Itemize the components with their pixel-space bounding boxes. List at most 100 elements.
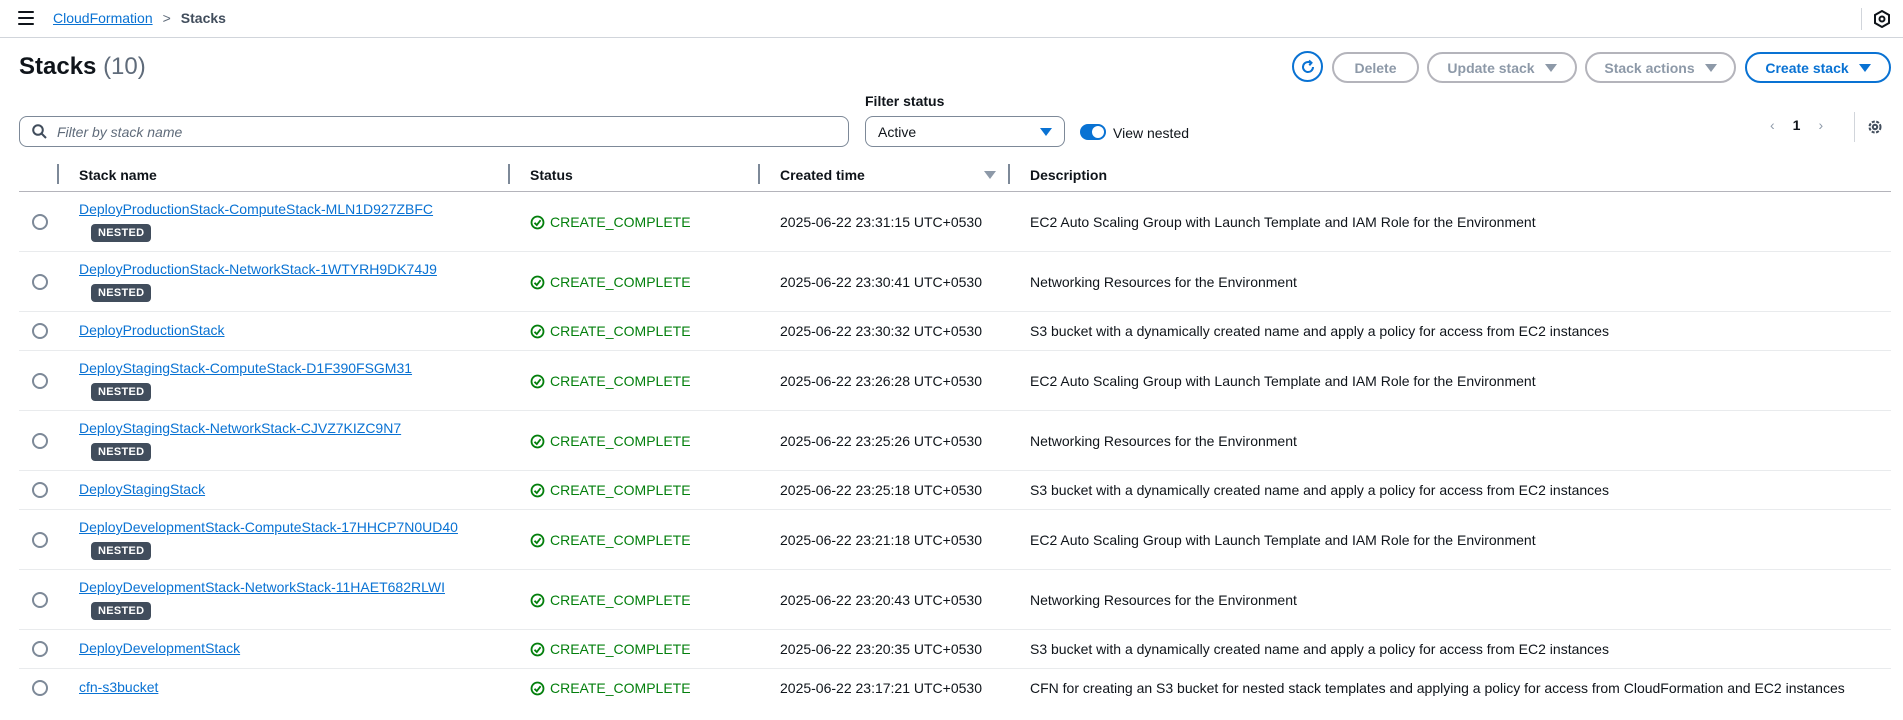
create-stack-button[interactable]: Create stack	[1745, 52, 1891, 83]
breadcrumb-cloudformation-link[interactable]: CloudFormation	[53, 10, 153, 26]
refresh-icon	[1301, 59, 1314, 73]
description-cell: EC2 Auto Scaling Group with Launch Templ…	[1030, 373, 1536, 389]
stack-name-link[interactable]: cfn-s3bucket	[79, 679, 158, 695]
search-icon	[32, 124, 47, 139]
table-row[interactable]: DeployStagingStack-NetworkStack-CJVZ7KIZ…	[19, 411, 1891, 471]
update-stack-button[interactable]: Update stack	[1427, 52, 1577, 83]
row-select-radio[interactable]	[32, 274, 48, 290]
table-header: Stack name Status Created time Descripti…	[19, 160, 1891, 192]
stack-actions-button[interactable]: Stack actions	[1585, 52, 1736, 83]
row-select-radio[interactable]	[32, 323, 48, 339]
status-cell: CREATE_COMPLETE	[530, 323, 691, 339]
table-row[interactable]: DeployDevelopmentStack-NetworkStack-11HA…	[19, 570, 1891, 630]
status-cell: CREATE_COMPLETE	[530, 373, 691, 389]
row-select-radio[interactable]	[32, 482, 48, 498]
stack-name-link[interactable]: DeployDevelopmentStack	[79, 640, 240, 656]
nested-badge: NESTED	[91, 284, 152, 302]
topbar-divider	[1861, 8, 1862, 30]
stack-name-link[interactable]: DeployStagingStack	[79, 481, 205, 497]
description-cell: EC2 Auto Scaling Group with Launch Templ…	[1030, 214, 1536, 230]
description-cell: Networking Resources for the Environment	[1030, 274, 1297, 290]
stack-name-link[interactable]: DeployProductionStack	[79, 322, 225, 338]
row-select-radio[interactable]	[32, 680, 48, 696]
stack-name-link[interactable]: DeployDevelopmentStack-NetworkStack-11HA…	[79, 579, 445, 595]
created-time-cell: 2025-06-22 23:26:28 UTC+0530	[780, 373, 982, 389]
nested-badge: NESTED	[91, 602, 152, 620]
create-stack-label: Create stack	[1765, 59, 1849, 76]
created-time-cell: 2025-06-22 23:25:18 UTC+0530	[780, 482, 982, 498]
stack-name-link[interactable]: DeployProductionStack-ComputeStack-MLN1D…	[79, 201, 433, 217]
page-number[interactable]: 1	[1793, 117, 1801, 133]
created-time-cell: 2025-06-22 23:17:21 UTC+0530	[780, 680, 982, 696]
row-select-radio[interactable]	[32, 433, 48, 449]
column-divider[interactable]	[1008, 164, 1010, 184]
table-row[interactable]: DeployStagingStack-ComputeStack-D1F390FS…	[19, 351, 1891, 411]
description-cell: CFN for creating an S3 bucket for nested…	[1030, 680, 1845, 696]
description-cell: S3 bucket with a dynamically created nam…	[1030, 323, 1609, 339]
nested-badge: NESTED	[91, 542, 152, 560]
table-row[interactable]: DeployStagingStack CREATE_COMPLETE 2025-06…	[19, 471, 1891, 510]
stack-count: (10)	[103, 53, 146, 80]
column-header-status[interactable]: Status	[530, 167, 573, 183]
check-circle-icon	[530, 374, 545, 388]
column-divider[interactable]	[508, 164, 510, 184]
sort-descending-icon[interactable]	[984, 171, 996, 179]
next-page-icon[interactable]: ›	[1818, 117, 1823, 133]
table-row[interactable]: cfn-s3bucket CREATE_COMPLETE 2025-06-22 23…	[19, 669, 1891, 708]
previous-page-icon[interactable]: ‹	[1770, 117, 1775, 133]
created-time-cell: 2025-06-22 23:20:43 UTC+0530	[780, 592, 982, 608]
table-row[interactable]: DeployDevelopmentStack-ComputeStack-17HH…	[19, 510, 1891, 570]
check-circle-icon	[530, 324, 545, 338]
settings-icon[interactable]	[1873, 10, 1891, 28]
column-header-created-time[interactable]: Created time	[780, 167, 865, 183]
status-cell: CREATE_COMPLETE	[530, 482, 691, 498]
check-circle-icon	[530, 275, 545, 289]
column-header-stack-name[interactable]: Stack name	[79, 167, 157, 183]
status-text: CREATE_COMPLETE	[550, 323, 691, 339]
pagination-divider	[1854, 112, 1855, 142]
breadcrumb-separator: >	[162, 10, 171, 26]
caret-down-icon	[1544, 63, 1557, 72]
created-time-cell: 2025-06-22 23:30:41 UTC+0530	[780, 274, 982, 290]
created-time-cell: 2025-06-22 23:21:18 UTC+0530	[780, 532, 982, 548]
check-circle-icon	[530, 681, 545, 695]
row-select-radio[interactable]	[32, 532, 48, 548]
row-select-radio[interactable]	[32, 373, 48, 389]
gear-icon[interactable]	[1866, 118, 1884, 136]
top-navigation: CloudFormation > Stacks	[0, 0, 1903, 38]
stack-name-link[interactable]: DeployStagingStack-ComputeStack-D1F390FS…	[79, 360, 412, 376]
refresh-button[interactable]	[1292, 51, 1323, 82]
check-circle-icon	[530, 593, 545, 607]
stack-name-link[interactable]: DeployProductionStack-NetworkStack-1WTYR…	[79, 261, 437, 277]
view-nested-toggle[interactable]	[1080, 124, 1106, 140]
breadcrumb-current: Stacks	[180, 10, 226, 26]
row-select-radio[interactable]	[32, 214, 48, 230]
status-select[interactable]: Active	[865, 116, 1065, 147]
stack-name-link[interactable]: DeployStagingStack-NetworkStack-CJVZ7KIZ…	[79, 420, 401, 436]
status-cell: CREATE_COMPLETE	[530, 641, 691, 657]
nested-badge: NESTED	[91, 224, 152, 242]
column-header-description[interactable]: Description	[1030, 167, 1107, 183]
search-input[interactable]	[57, 123, 837, 140]
created-time-cell: 2025-06-22 23:20:35 UTC+0530	[780, 641, 982, 657]
stack-name-link[interactable]: DeployDevelopmentStack-ComputeStack-17HH…	[79, 519, 458, 535]
column-divider[interactable]	[758, 164, 760, 184]
row-select-radio[interactable]	[32, 641, 48, 657]
table-row[interactable]: DeployProductionStack-NetworkStack-1WTYR…	[19, 252, 1891, 312]
search-field[interactable]	[19, 116, 849, 147]
description-cell: S3 bucket with a dynamically created nam…	[1030, 482, 1609, 498]
table-row[interactable]: DeployProductionStack-ComputeStack-MLN1D…	[19, 192, 1891, 252]
table-row[interactable]: DeployDevelopmentStack CREATE_COMPLETE 202…	[19, 630, 1891, 669]
delete-button[interactable]: Delete	[1332, 52, 1419, 83]
created-time-cell: 2025-06-22 23:31:15 UTC+0530	[780, 214, 982, 230]
nested-badge: NESTED	[91, 383, 152, 401]
status-cell: CREATE_COMPLETE	[530, 433, 691, 449]
status-text: CREATE_COMPLETE	[550, 373, 691, 389]
hamburger-icon[interactable]	[18, 11, 34, 25]
table-body: DeployProductionStack-ComputeStack-MLN1D…	[19, 192, 1891, 708]
row-select-radio[interactable]	[32, 592, 48, 608]
description-cell: Networking Resources for the Environment	[1030, 433, 1297, 449]
created-time-cell: 2025-06-22 23:25:26 UTC+0530	[780, 433, 982, 449]
check-circle-icon	[530, 642, 545, 656]
table-row[interactable]: DeployProductionStack CREATE_COMPLETE 2025…	[19, 312, 1891, 351]
